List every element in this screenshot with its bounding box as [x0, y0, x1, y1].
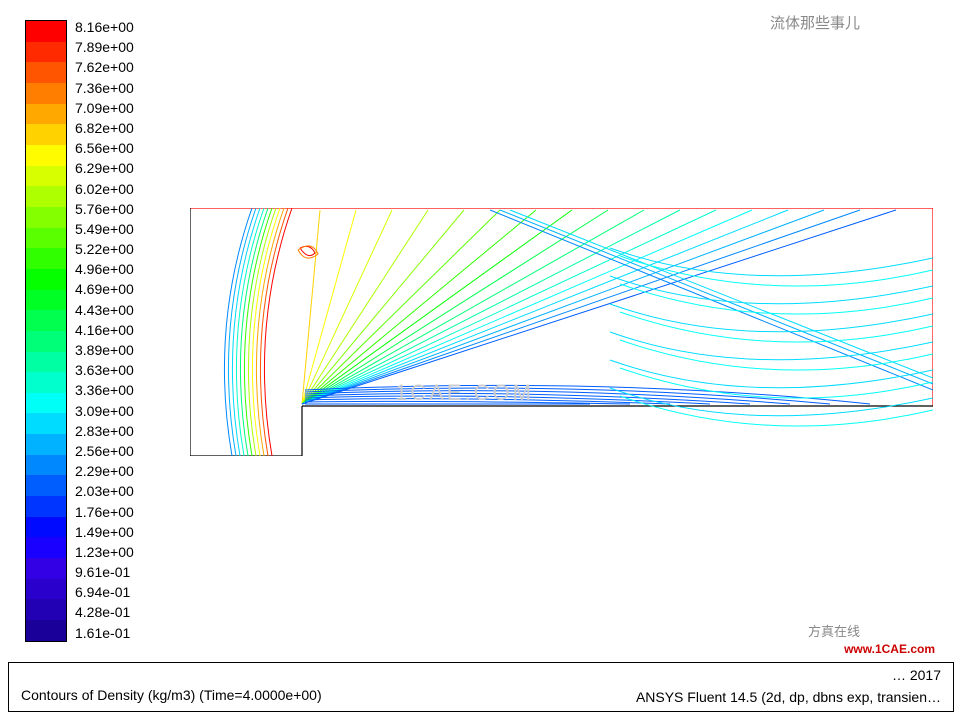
legend-value: 5.76e+00	[75, 202, 134, 216]
legend-value: 2.56e+00	[75, 444, 134, 458]
legend-value: 4.69e+00	[75, 282, 134, 296]
legend-value: 2.83e+00	[75, 424, 134, 438]
colorbar-segment	[26, 124, 66, 145]
colorbar-segment	[26, 269, 66, 290]
legend-value: 5.22e+00	[75, 242, 134, 256]
colorbar-segment	[26, 310, 66, 331]
colorbar-segment	[26, 393, 66, 414]
footer-bar: Contours of Density (kg/m3) (Time=4.0000…	[8, 662, 954, 712]
colorbar-segment	[26, 207, 66, 228]
legend-value: 2.03e+00	[75, 484, 134, 498]
colorbar-segment	[26, 62, 66, 83]
legend-value: 7.09e+00	[75, 101, 134, 115]
colorbar-segment	[26, 413, 66, 434]
legend-value: 3.09e+00	[75, 404, 134, 418]
legend-value: 4.96e+00	[75, 262, 134, 276]
colorbar-segment	[26, 434, 66, 455]
legend-value: 3.36e+00	[75, 383, 134, 397]
legend-value: 9.61e-01	[75, 565, 134, 579]
colorbar-segment	[26, 186, 66, 207]
legend-value: 7.62e+00	[75, 60, 134, 74]
legend-value: 6.29e+00	[75, 161, 134, 175]
legend-value: 4.43e+00	[75, 303, 134, 317]
colorbar-segment	[26, 372, 66, 393]
colorbar-segment	[26, 83, 66, 104]
colorbar-segment	[26, 331, 66, 352]
legend-value: 7.89e+00	[75, 40, 134, 54]
legend-value: 3.63e+00	[75, 363, 134, 377]
legend-value: 6.56e+00	[75, 141, 134, 155]
colorbar-segment	[26, 145, 66, 166]
watermark-cn2: 方真在线	[808, 621, 860, 640]
watermark-center: 1CAE.COM	[395, 380, 534, 406]
legend-value: 2.29e+00	[75, 464, 134, 478]
plot-date: … 2017	[892, 667, 941, 683]
color-legend: 8.16e+00 7.89e+00 7.62e+00 7.36e+00 7.09e+00…	[25, 20, 190, 642]
legend-value: 6.02e+00	[75, 182, 134, 196]
legend-value: 6.82e+00	[75, 121, 134, 135]
colorbar-segment	[26, 517, 66, 538]
legend-value: 7.36e+00	[75, 81, 134, 95]
watermark-cn1: 流体那些事儿	[770, 12, 860, 33]
software-label: ANSYS Fluent 14.5 (2d, dp, dbns exp, tra…	[636, 689, 941, 705]
colorbar-segment	[26, 455, 66, 476]
legend-value: 1.61e-01	[75, 626, 134, 640]
colorbar-segment	[26, 290, 66, 311]
colorbar	[25, 20, 67, 642]
colorbar-segment	[26, 579, 66, 600]
legend-labels: 8.16e+00 7.89e+00 7.62e+00 7.36e+00 7.09e+00…	[75, 20, 134, 640]
colorbar-segment	[26, 42, 66, 63]
colorbar-segment	[26, 21, 66, 42]
legend-value: 4.28e-01	[75, 605, 134, 619]
legend-value: 4.16e+00	[75, 323, 134, 337]
colorbar-segment	[26, 475, 66, 496]
watermark-cae: www.1CAE.com	[844, 642, 935, 656]
legend-value: 5.49e+00	[75, 222, 134, 236]
colorbar-segment	[26, 599, 66, 620]
colorbar-segment	[26, 228, 66, 249]
legend-value: 3.89e+00	[75, 343, 134, 357]
colorbar-segment	[26, 620, 66, 641]
colorbar-segment	[26, 496, 66, 517]
legend-value: 1.23e+00	[75, 545, 134, 559]
legend-value: 8.16e+00	[75, 20, 134, 34]
legend-value: 1.76e+00	[75, 505, 134, 519]
plot-svg	[190, 208, 933, 456]
colorbar-segment	[26, 537, 66, 558]
legend-value: 1.49e+00	[75, 525, 134, 539]
plot-title: Contours of Density (kg/m3) (Time=4.0000…	[21, 687, 322, 703]
colorbar-segment	[26, 248, 66, 269]
legend-value: 6.94e-01	[75, 585, 134, 599]
colorbar-segment	[26, 166, 66, 187]
colorbar-segment	[26, 558, 66, 579]
colorbar-segment	[26, 352, 66, 373]
colorbar-segment	[26, 104, 66, 125]
contour-plot	[190, 208, 933, 456]
fluent-contour-plot: 8.16e+00 7.89e+00 7.62e+00 7.36e+00 7.09e+00…	[0, 0, 960, 720]
